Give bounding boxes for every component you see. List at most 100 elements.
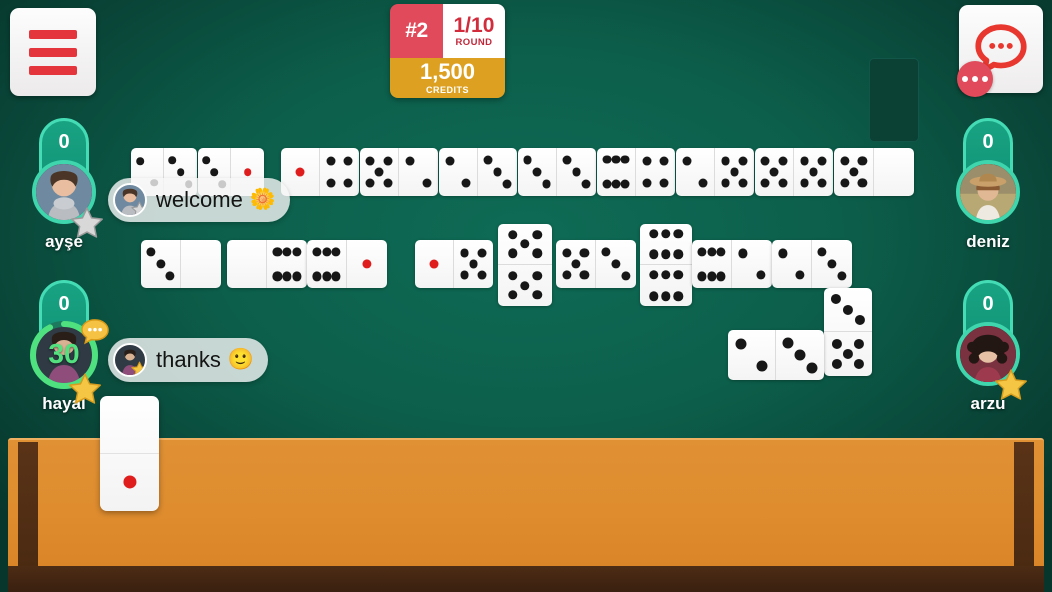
domino-half bbox=[498, 265, 552, 306]
domino-half bbox=[556, 240, 596, 288]
domino-pip bbox=[321, 271, 332, 282]
player-score: 0 bbox=[58, 293, 70, 315]
domino-pip bbox=[716, 271, 726, 282]
domino-pip bbox=[778, 178, 788, 188]
domino-half bbox=[498, 224, 552, 265]
domino-pip bbox=[507, 230, 518, 240]
star-badge-gold bbox=[69, 373, 101, 404]
domino-pip bbox=[520, 280, 530, 291]
domino-pip bbox=[716, 246, 726, 257]
domino-pip-red bbox=[362, 259, 372, 269]
domino-tile bbox=[141, 240, 221, 288]
menu-button[interactable] bbox=[10, 8, 96, 96]
domino-tile bbox=[439, 148, 517, 196]
domino-pip bbox=[778, 156, 788, 166]
domino-pip bbox=[365, 178, 375, 188]
domino-pip bbox=[282, 246, 292, 257]
turn-timer-value: 30 bbox=[48, 338, 80, 369]
credits-block: 1,500 CREDITS bbox=[390, 58, 505, 98]
domino-half bbox=[307, 240, 347, 288]
domino-pip bbox=[343, 156, 353, 166]
domino-pip bbox=[460, 248, 469, 258]
domino-tile bbox=[824, 288, 872, 376]
domino-pip bbox=[795, 269, 805, 280]
domino-half bbox=[755, 148, 794, 196]
player-score: 0 bbox=[982, 131, 994, 153]
domino-pip bbox=[800, 156, 809, 166]
domino-pip bbox=[477, 248, 487, 258]
domino-pip bbox=[326, 156, 336, 166]
domino-pip bbox=[168, 156, 177, 164]
domino-half bbox=[181, 240, 221, 288]
avatar[interactable] bbox=[956, 160, 1020, 224]
domino-pip bbox=[292, 246, 302, 257]
domino-pip bbox=[477, 270, 487, 280]
credits-label: CREDITS bbox=[425, 85, 469, 95]
domino-tile bbox=[755, 148, 833, 196]
domino-pip bbox=[312, 246, 322, 257]
domino-half bbox=[415, 240, 454, 288]
credits-value: 1,500 bbox=[419, 59, 476, 84]
domino-half bbox=[518, 148, 557, 196]
domino-pip bbox=[461, 178, 471, 188]
domino-pip bbox=[507, 290, 518, 300]
domino-pip bbox=[542, 179, 551, 189]
domino-pip bbox=[326, 178, 336, 188]
domino-pip bbox=[839, 156, 850, 166]
domino-pip bbox=[837, 271, 847, 281]
domino-half bbox=[557, 148, 596, 196]
domino-pip bbox=[572, 167, 581, 177]
domino-half bbox=[360, 148, 399, 196]
domino-pip bbox=[210, 168, 218, 176]
domino-pip bbox=[374, 167, 384, 177]
domino-pip bbox=[611, 155, 621, 164]
star-badge-gold bbox=[131, 361, 145, 375]
chat-text: thanks bbox=[156, 347, 221, 372]
domino-pip bbox=[602, 155, 612, 164]
game-board: #2 1/10 ROUND 1,500 CREDITS 0 ayşe 0 30 … bbox=[0, 0, 1052, 592]
domino-pip bbox=[532, 290, 543, 300]
domino-half bbox=[141, 240, 181, 288]
domino-tile bbox=[415, 240, 493, 288]
chat-avatar bbox=[113, 183, 147, 217]
domino-pip-red bbox=[243, 168, 252, 176]
chat-button[interactable] bbox=[957, 5, 1043, 97]
chat-avatar bbox=[113, 343, 147, 377]
domino-pip bbox=[621, 271, 631, 281]
domino-pip bbox=[830, 293, 842, 304]
rank-value: #2 bbox=[390, 4, 443, 58]
domino-pip bbox=[493, 167, 502, 177]
domino-tile bbox=[834, 148, 914, 196]
domino-pip bbox=[579, 270, 590, 280]
domino-pip bbox=[817, 156, 827, 166]
domino-pip bbox=[648, 291, 659, 301]
boneyard-tile[interactable] bbox=[869, 58, 919, 142]
domino-half bbox=[320, 148, 359, 196]
domino-half bbox=[100, 454, 159, 512]
domino-half bbox=[439, 148, 478, 196]
domino-pip bbox=[857, 178, 868, 188]
chat-emoji: 🌼 bbox=[249, 188, 276, 211]
domino-pip bbox=[520, 239, 530, 249]
domino-pip bbox=[648, 270, 659, 280]
domino-half bbox=[824, 332, 872, 376]
domino-pip bbox=[507, 248, 518, 258]
domino-pip bbox=[760, 156, 770, 166]
domino-pip bbox=[806, 361, 818, 374]
domino-half bbox=[676, 148, 715, 196]
domino-pip bbox=[312, 271, 322, 282]
domino-pip bbox=[176, 168, 185, 176]
domino-pip bbox=[794, 349, 806, 361]
domino-pip bbox=[661, 291, 671, 301]
domino-pip bbox=[532, 230, 543, 240]
domino-pip bbox=[661, 228, 671, 239]
hand-domino-tile[interactable] bbox=[100, 396, 159, 511]
player-score: 0 bbox=[982, 293, 994, 315]
domino-pip bbox=[642, 156, 652, 166]
domino-pip bbox=[642, 178, 652, 188]
domino-pip bbox=[659, 178, 669, 188]
domino-pip bbox=[738, 156, 748, 166]
domino-pip bbox=[321, 246, 332, 257]
domino-half bbox=[772, 240, 812, 288]
domino-pip bbox=[648, 228, 659, 239]
